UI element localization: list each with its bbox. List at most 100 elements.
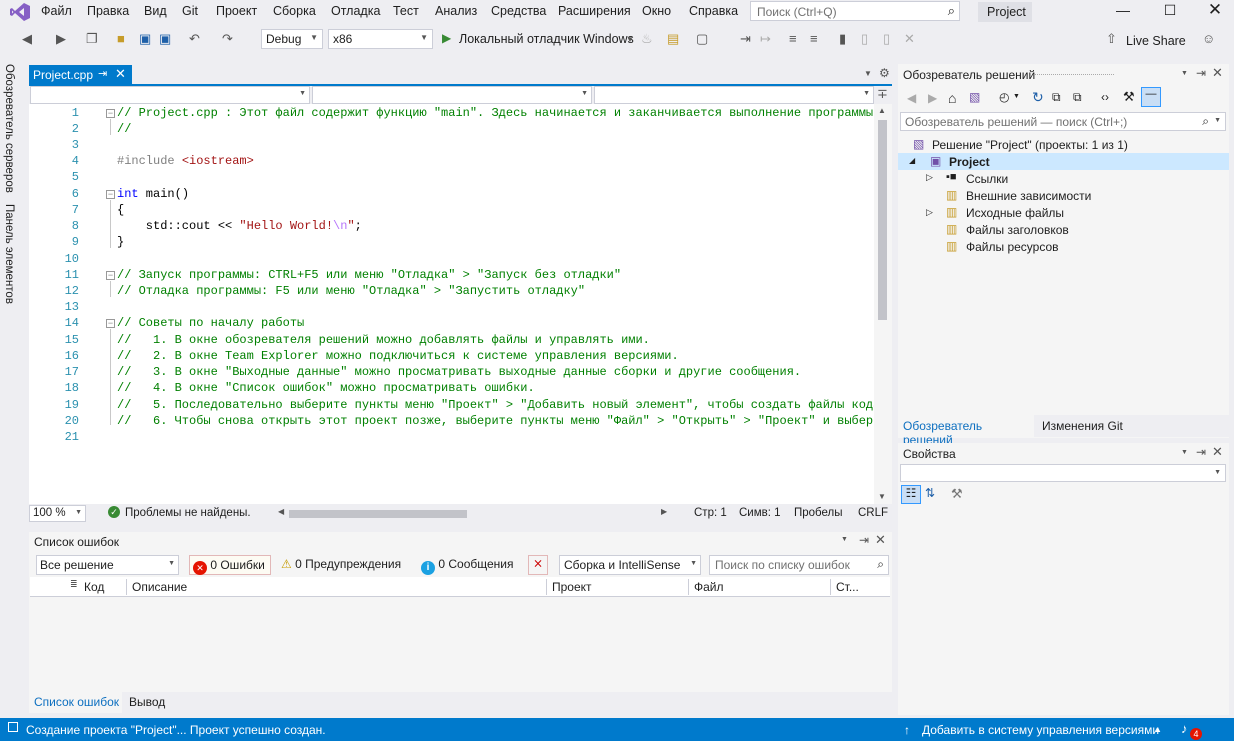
screen-icon[interactable]: ▢ [696, 31, 708, 47]
server-explorer-tab[interactable]: Обозреватель серверов [3, 64, 15, 193]
close-tab-icon[interactable]: ✕ [115, 66, 126, 82]
sync-icon[interactable]: ↻ [1032, 89, 1044, 106]
split-icon[interactable]: ∓ [877, 86, 888, 102]
messages-filter-button[interactable]: i 0 Сообщения [421, 555, 517, 575]
hot-reload-icon[interactable]: ♨ [641, 31, 653, 47]
tab-project-cpp[interactable]: Project.cpp ⇥ ✕ [29, 65, 132, 84]
menu-file[interactable]: Файл [41, 4, 72, 18]
gear-icon[interactable]: ⚙ [879, 66, 890, 80]
pin-icon[interactable]: ⇥ [1196, 66, 1206, 80]
column-divider[interactable] [688, 579, 689, 595]
column-header-file[interactable]: Файл [694, 580, 724, 594]
menu-debug[interactable]: Отладка [331, 4, 380, 18]
collapsed-chevron-icon[interactable]: ▷ [926, 207, 933, 218]
home-icon[interactable]: ⌂ [948, 90, 956, 106]
feedback-icon[interactable]: ☺ [1202, 31, 1215, 46]
collapse-icon[interactable]: − [106, 109, 115, 118]
close-window-button[interactable]: ✕ [1200, 0, 1230, 20]
chevron-down-icon[interactable]: ▼ [626, 35, 634, 44]
new-item-icon[interactable]: ❐ [86, 31, 98, 47]
warnings-filter-button[interactable]: ⚠ 0 Предупреждения [281, 555, 409, 575]
categorized-icon[interactable]: ☷ [901, 485, 921, 504]
project-node[interactable]: Project [949, 155, 990, 169]
pin-icon[interactable]: ⇥ [859, 533, 869, 547]
open-folder-icon[interactable]: ■ [117, 31, 125, 46]
chevron-down-icon[interactable]: ▼ [1181, 449, 1188, 456]
menu-extensions[interactable]: Расширения [558, 4, 631, 18]
column-header-project[interactable]: Проект [552, 580, 592, 594]
chevron-down-icon[interactable]: ▼ [841, 536, 848, 543]
browse-icon[interactable]: ▤ [667, 31, 679, 47]
back-icon[interactable]: ◀ [907, 91, 916, 105]
menu-project[interactable]: Проект [216, 4, 257, 18]
column-header-code[interactable]: Код [84, 580, 104, 594]
chevron-down-icon[interactable]: ▼ [1013, 93, 1020, 100]
solution-node[interactable]: Решение "Project" (проекты: 1 из 1) [932, 138, 1128, 152]
column-divider[interactable] [830, 579, 831, 595]
project-nav-dropdown[interactable]: ▼ [30, 86, 310, 104]
prev-bookmark-icon[interactable]: ▯ [861, 31, 868, 47]
error-search-input[interactable]: Поиск по списку ошибок ⌕ [709, 555, 889, 575]
collapse-icon[interactable]: − [106, 190, 115, 199]
expanded-chevron-icon[interactable]: ◢ [909, 156, 915, 165]
scroll-thumb[interactable] [878, 120, 887, 320]
source-select[interactable]: Сборка и IntelliSense ▼ [559, 555, 701, 575]
menu-window[interactable]: Окно [642, 4, 671, 18]
zoom-select[interactable]: 100 % ▼ [29, 505, 86, 522]
menu-analyze[interactable]: Анализ [435, 4, 477, 18]
editor-vertical-scrollbar[interactable]: ▲ ▼ [874, 104, 892, 504]
column-divider[interactable] [126, 579, 127, 595]
menu-edit[interactable]: Правка [87, 4, 129, 18]
close-icon[interactable]: ✕ [1212, 65, 1223, 81]
switch-views-icon[interactable]: ▧ [969, 90, 980, 104]
preview-icon[interactable]: — [1141, 87, 1161, 107]
filter-icon[interactable]: ⨯ [528, 555, 548, 575]
outdent-icon[interactable]: ≡ [810, 31, 818, 46]
close-icon[interactable]: ✕ [1212, 444, 1223, 460]
line-indicator[interactable]: Стр: 1 [694, 507, 727, 519]
header-files-node[interactable]: Файлы заголовков [966, 223, 1069, 237]
column-indicator[interactable]: Симв: 1 [739, 507, 781, 519]
problems-status[interactable]: Проблемы не найдены. [125, 507, 251, 519]
view-code-icon[interactable]: ‹› [1101, 90, 1109, 104]
collapsed-chevron-icon[interactable]: ▷ [926, 172, 933, 183]
configuration-select[interactable]: Debug ▼ [261, 29, 323, 49]
step-icon[interactable]: ⇥ [740, 31, 751, 47]
member-nav-dropdown[interactable]: ▼ [594, 86, 874, 104]
tab-output[interactable]: Вывод [129, 695, 165, 709]
pending-changes-icon[interactable]: ◴ [999, 90, 1009, 104]
scroll-left-icon[interactable]: ◀ [278, 507, 284, 516]
tab-solution-explorer[interactable]: Обозреватель решений [898, 415, 1034, 447]
start-debug-icon[interactable]: ▶ [442, 31, 451, 45]
collapse-icon[interactable]: − [106, 271, 115, 280]
properties-wrench-icon[interactable]: ⚒ [1123, 89, 1135, 105]
references-node[interactable]: Ссылки [966, 172, 1008, 186]
project-node-row[interactable] [898, 153, 1229, 170]
chevron-up-icon[interactable]: ▲ [1154, 725, 1162, 734]
add-to-source-control-button[interactable]: Добавить в систему управления версиями [922, 723, 1159, 737]
undo-icon[interactable]: ↶ [189, 31, 200, 47]
scroll-down-icon[interactable]: ▼ [878, 492, 886, 501]
external-deps-node[interactable]: Внешние зависимости [966, 189, 1091, 203]
minimize-button[interactable]: — [1108, 2, 1138, 18]
menu-git[interactable]: Git [182, 4, 198, 18]
live-share-icon[interactable]: ⇧ [1106, 31, 1117, 47]
menu-help[interactable]: Справка [689, 4, 738, 18]
property-pages-icon[interactable]: ⚒ [951, 486, 963, 502]
platform-select[interactable]: x86 ▼ [328, 29, 433, 49]
code-editor[interactable]: 1 2 3 4 5 6 7 8 9 10 11 12 13 14 15 16 1… [29, 104, 880, 504]
properties-object-select[interactable]: ▼ [900, 464, 1226, 482]
errors-filter-button[interactable]: ✕ 0 Ошибки [189, 555, 271, 575]
chevron-down-icon[interactable]: ▼ [1181, 70, 1188, 77]
show-all-files-icon[interactable]: ⧉ [1073, 90, 1082, 105]
pin-icon[interactable]: ⇥ [1196, 445, 1206, 459]
bell-icon[interactable]: ♪ [1181, 721, 1188, 736]
scroll-right-icon[interactable]: ▶ [661, 507, 667, 516]
maximize-button[interactable]: ☐ [1155, 2, 1185, 19]
pin-icon[interactable]: ⇥ [98, 67, 107, 80]
start-debug-button[interactable]: Локальный отладчик Windows [459, 32, 634, 46]
forward-icon[interactable]: ▶ [928, 91, 937, 105]
toolbox-tab[interactable]: Панель элементов [3, 204, 15, 304]
collapse-icon[interactable]: − [106, 319, 115, 328]
menu-view[interactable]: Вид [144, 4, 167, 18]
